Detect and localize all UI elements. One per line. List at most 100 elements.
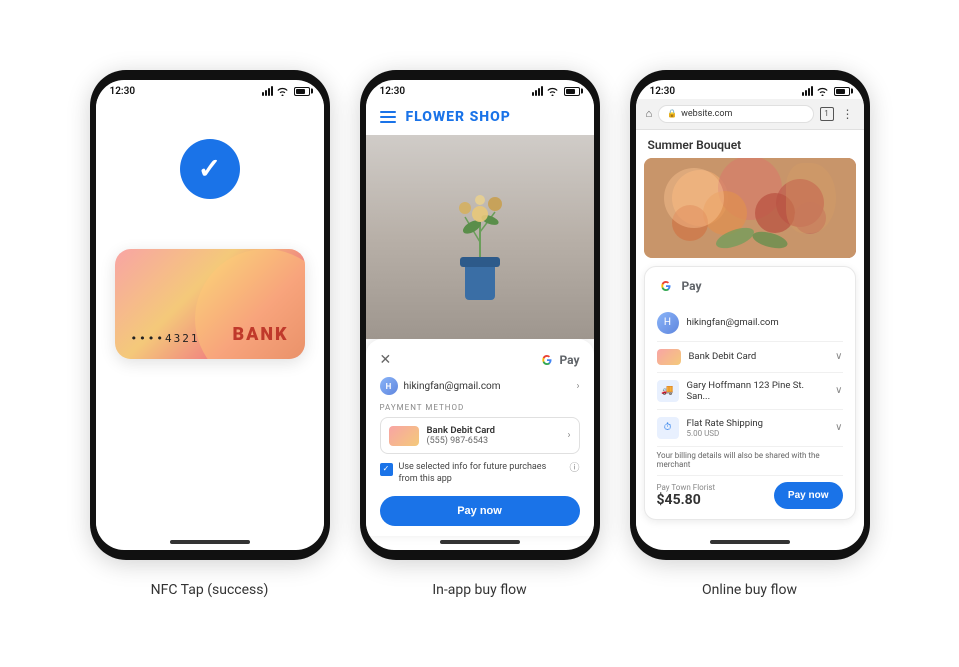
- status-time-nfc: 12:30: [110, 86, 136, 97]
- gpay-text-online: Pay: [682, 279, 702, 293]
- user-avatar-online: H: [657, 312, 679, 334]
- shipping-name-online: Gary Hoffmann 123 Pine St. San...: [687, 380, 828, 402]
- phone-online-container: 12:30: [630, 70, 870, 598]
- shipping-rate-row-online[interactable]: ⏱ Flat Rate Shipping 5.00 USD ∨: [657, 410, 843, 447]
- gpay-logo-row: Pay: [538, 351, 579, 369]
- status-bar-nfc: 12:30: [96, 80, 324, 99]
- home-indicator-inapp: [440, 540, 520, 544]
- pay-merchant: Pay Town Florist: [657, 483, 716, 492]
- flower-illustration: [430, 172, 530, 302]
- pay-footer: Pay Town Florist $45.80 Pay now: [657, 482, 843, 509]
- status-icons-online: [802, 86, 850, 96]
- info-icon: ⓘ: [570, 462, 580, 475]
- gpay-close-button[interactable]: ✕: [380, 352, 392, 368]
- user-avatar-inapp: H: [380, 377, 398, 395]
- success-circle: ✓: [180, 139, 240, 199]
- shipping-chevron-online: ∨: [835, 385, 842, 396]
- user-email-row[interactable]: H hikingfan@gmail.com ›: [380, 377, 580, 395]
- phone-label-nfc: NFC Tap (success): [151, 582, 269, 598]
- online-content: Summer Bouquet: [636, 130, 864, 536]
- status-bar-inapp: 12:30: [366, 80, 594, 99]
- battery-icon-nfc: [294, 87, 310, 96]
- user-row-online[interactable]: H hikingfan@gmail.com: [657, 305, 843, 342]
- browser-tab-icon[interactable]: 1: [820, 107, 834, 121]
- phone-nfc: 12:30: [90, 70, 330, 560]
- phone-nfc-screen: 12:30: [96, 80, 324, 550]
- phones-row: 12:30: [10, 70, 949, 598]
- status-time-inapp: 12:30: [380, 86, 406, 97]
- g-logo: [538, 351, 556, 369]
- shipping-rate-online: Flat Rate Shipping 5.00 USD: [687, 418, 828, 438]
- bouquet-illustration: [644, 158, 856, 258]
- browser-address-bar[interactable]: 🔒 website.com: [658, 105, 813, 123]
- gpay-sheet-header: ✕ Pay: [380, 351, 580, 369]
- wifi-icon-inapp: [546, 86, 559, 96]
- flower-shop-title: FLOWER SHOP: [406, 109, 511, 125]
- bouquet-image: [644, 158, 856, 258]
- gpay-card-online: Pay H hikingfan@gmail.com Bank Debit Car…: [644, 266, 856, 520]
- card-number: (555) 987-6543: [427, 436, 560, 446]
- checkbox-text: Use selected info for future purchaes fr…: [399, 462, 564, 485]
- browser-home-icon[interactable]: ⌂: [646, 107, 653, 120]
- product-title: Summer Bouquet: [636, 130, 864, 158]
- card-info: Bank Debit Card (555) 987-6543: [427, 425, 560, 446]
- time-icon-online: ⏱: [657, 417, 679, 439]
- pay-total-amount: $45.80: [657, 492, 716, 508]
- pay-now-button-online[interactable]: Pay now: [774, 482, 843, 509]
- browser-menu-icon[interactable]: ⋮: [842, 107, 854, 121]
- phone-label-inapp: In-app buy flow: [432, 582, 526, 598]
- status-icons-inapp: [532, 86, 580, 96]
- browser-bar: ⌂ 🔒 website.com 1 ⋮: [636, 99, 864, 130]
- home-indicator-nfc: [170, 540, 250, 544]
- card-icon-online: [657, 349, 681, 365]
- user-chevron: ›: [576, 381, 579, 392]
- battery-icon-online: [834, 87, 850, 96]
- payment-method-row[interactable]: Bank Debit Card (555) 987-6543 ›: [380, 417, 580, 454]
- wifi-icon-online: [816, 86, 829, 96]
- user-email-inapp: hikingfan@gmail.com: [404, 381, 501, 392]
- gpay-logo: Pay: [538, 351, 579, 369]
- gpay-card-header: Pay: [657, 277, 843, 295]
- checkmark-icon: ✓: [198, 155, 221, 183]
- gpay-text: Pay: [559, 353, 579, 367]
- signal-icon-nfc: [262, 86, 273, 96]
- shipping-rate-chevron: ∨: [835, 422, 842, 433]
- battery-icon-inapp: [564, 87, 580, 96]
- shipping-icon-online: 🚚: [657, 380, 679, 402]
- flower-image-area: [366, 135, 594, 340]
- shipping-row-online[interactable]: 🚚 Gary Hoffmann 123 Pine St. San... ∨: [657, 373, 843, 410]
- lock-icon: 🔒: [667, 109, 677, 118]
- gpay-sheet-inapp: ✕ Pay: [366, 339, 594, 535]
- wifi-icon-nfc: [276, 86, 289, 96]
- checkbox-blue[interactable]: ✓: [380, 463, 393, 476]
- status-bar-online: 12:30: [636, 80, 864, 99]
- phone-nfc-container: 12:30: [90, 70, 330, 598]
- flower-shop-header: FLOWER SHOP: [366, 99, 594, 135]
- hamburger-icon[interactable]: [380, 111, 396, 123]
- phone-inapp-container: 12:30: [360, 70, 600, 598]
- card-chevron: ›: [567, 430, 570, 441]
- nfc-screen-content: ✓ ••••4321 BANK: [96, 99, 324, 536]
- home-indicator-online: [710, 540, 790, 544]
- mini-card-icon: [389, 426, 419, 446]
- card-visual: ••••4321 BANK: [115, 249, 305, 359]
- status-time-online: 12:30: [650, 86, 676, 97]
- g-logo-online: [657, 277, 675, 295]
- card-name: Bank Debit Card: [427, 425, 560, 436]
- phone-online-screen: 12:30: [636, 80, 864, 550]
- pay-now-button-inapp[interactable]: Pay now: [380, 496, 580, 526]
- card-chevron-online: ∨: [835, 351, 842, 362]
- billing-notice: Your billing details will also be shared…: [657, 447, 843, 476]
- phone-online: 12:30: [630, 70, 870, 560]
- phone-label-online: Online buy flow: [702, 582, 797, 598]
- browser-url: website.com: [681, 109, 732, 119]
- status-icons-nfc: [262, 86, 310, 96]
- payment-method-label: PAYMENT METHOD: [380, 403, 580, 412]
- card-bank: BANK: [232, 324, 288, 345]
- phone-inapp-screen: 12:30: [366, 80, 594, 550]
- pay-total-section: Pay Town Florist $45.80: [657, 483, 716, 508]
- checkbox-row[interactable]: ✓ Use selected info for future purchaes …: [380, 462, 580, 485]
- card-row-online[interactable]: Bank Debit Card ∨: [657, 342, 843, 373]
- signal-icon-inapp: [532, 86, 543, 96]
- signal-icon-online: [802, 86, 813, 96]
